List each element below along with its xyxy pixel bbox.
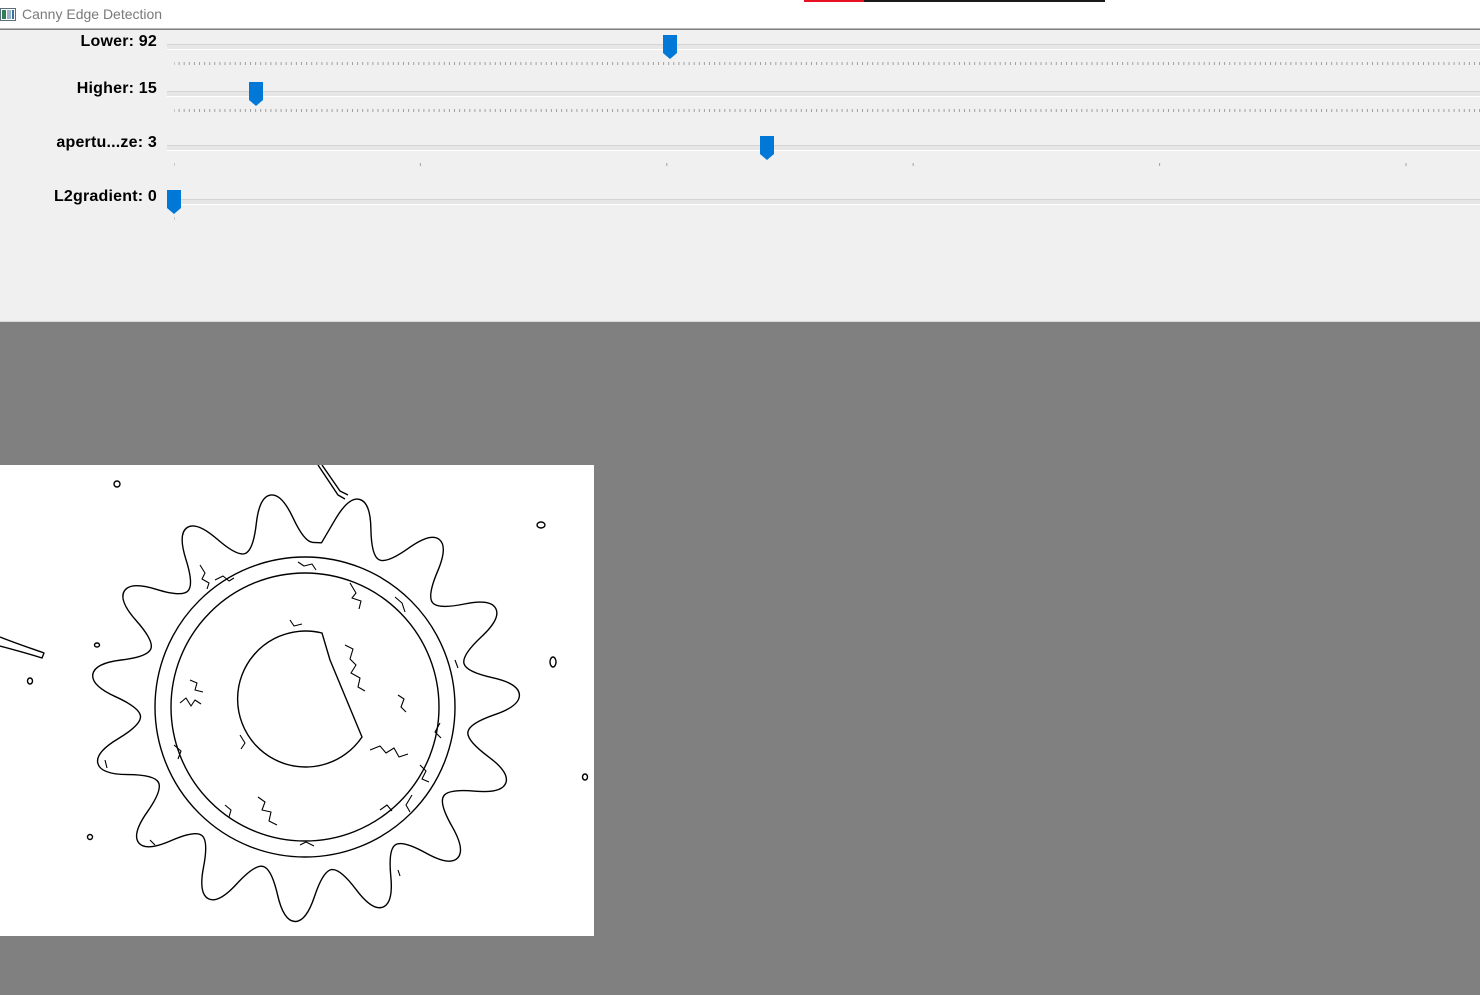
trackbar-lower-row: Lower: 92: [0, 30, 1480, 70]
trackbar-l2gradient-row: L2gradient: 0: [0, 185, 1480, 225]
trackbar-aperture-track[interactable]: [167, 145, 1480, 151]
window-title: Canny Edge Detection: [22, 6, 163, 22]
edge-image: [0, 465, 594, 936]
title-accent-red: [804, 0, 864, 2]
trackbar-higher-thumb[interactable]: [249, 82, 263, 106]
trackbar-higher-ticks: [174, 109, 1480, 112]
trackbar-l2gradient-ticks: [174, 217, 175, 220]
app-icon: [0, 8, 16, 21]
cable-left-edge: [0, 636, 45, 659]
title-bar: Canny Edge Detection: [0, 0, 1480, 29]
trackbar-lower-ticks: [174, 62, 1480, 65]
trackbar-aperture-thumb[interactable]: [760, 136, 775, 160]
trackbar-l2gradient-thumb[interactable]: [167, 190, 181, 214]
trackbar-aperture-label: apertu...ze: 3: [56, 134, 157, 151]
trackbar-aperture-ticks: [174, 163, 1407, 166]
edge-image-canvas: [0, 465, 589, 923]
trackbar-panel: Lower: 92 Higher: 15 apertu...ze: 3 L2gr…: [0, 30, 1480, 322]
gear-ring-inner: [170, 572, 440, 842]
trackbar-l2gradient-label: L2gradient: 0: [53, 188, 157, 205]
trackbar-higher-row: Higher: 15: [0, 77, 1480, 117]
texture-edges: [104, 561, 459, 877]
trackbar-l2gradient-track[interactable]: [167, 199, 1480, 205]
trackbar-lower-thumb[interactable]: [663, 35, 678, 59]
trackbar-lower-label: Lower: 92: [80, 33, 157, 50]
trackbar-higher-track[interactable]: [167, 91, 1480, 97]
trackbar-higher-label: Higher: 15: [76, 80, 157, 97]
cable-edge: [317, 465, 349, 500]
gear-hub: [236, 630, 363, 768]
trackbar-lower-track[interactable]: [167, 44, 1480, 50]
trackbar-aperture-row: apertu...ze: 3: [0, 131, 1480, 171]
